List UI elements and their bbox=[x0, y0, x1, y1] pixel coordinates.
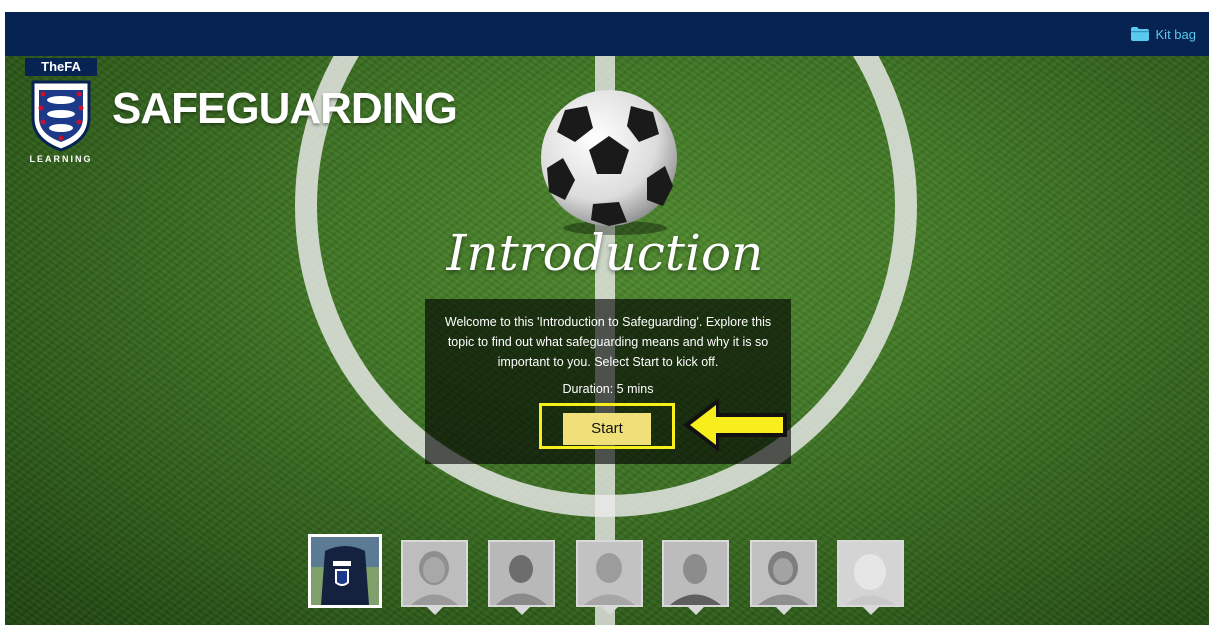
intro-heading: Introduction bbox=[446, 224, 764, 282]
mascot-portrait-image bbox=[839, 542, 902, 605]
character-thumb-3[interactable] bbox=[488, 540, 555, 607]
thumb-caret-icon bbox=[514, 607, 530, 615]
thumb-caret-icon bbox=[602, 607, 618, 615]
smiling-boy-portrait-image bbox=[578, 542, 641, 605]
top-bar: Kit bag bbox=[5, 12, 1209, 56]
character-thumb-4[interactable] bbox=[576, 540, 643, 607]
intro-description: Welcome to this 'Introduction to Safegua… bbox=[444, 315, 772, 369]
thumb-caret-icon bbox=[688, 607, 704, 615]
character-thumb-7[interactable] bbox=[837, 540, 904, 607]
character-thumb-5[interactable] bbox=[662, 540, 729, 607]
three-lions-crest-icon bbox=[31, 80, 91, 152]
kit-bag-label: Kit bag bbox=[1155, 26, 1196, 42]
character-thumb-2[interactable] bbox=[401, 540, 468, 607]
coach-jacket-image bbox=[311, 537, 379, 605]
logo-wordmark: TheFA bbox=[25, 58, 97, 76]
duration-label: Duration: 5 mins bbox=[562, 382, 654, 396]
thumb-caret-icon bbox=[863, 607, 879, 615]
kit-bag-button[interactable]: Kit bag bbox=[1130, 25, 1196, 43]
thumb-caret-icon bbox=[776, 607, 792, 615]
start-button[interactable]: Start bbox=[563, 413, 651, 445]
folder-icon bbox=[1130, 26, 1150, 42]
character-thumb-1[interactable] bbox=[308, 534, 382, 608]
app-frame: Kit bag TheFA LEARNING SAFEGUARDING Intr… bbox=[5, 12, 1209, 625]
football-icon bbox=[541, 90, 677, 235]
teen-boy-portrait-image bbox=[664, 542, 727, 605]
boy-portrait-image bbox=[490, 542, 553, 605]
character-thumb-6[interactable] bbox=[750, 540, 817, 607]
girl-portrait-image bbox=[403, 542, 466, 605]
logo-subtext: LEARNING bbox=[29, 154, 93, 164]
fa-learning-logo: TheFA LEARNING bbox=[25, 58, 97, 170]
thumb-caret-icon bbox=[427, 607, 443, 615]
pointer-arrow-icon bbox=[683, 398, 787, 452]
course-title: SAFEGUARDING bbox=[112, 84, 458, 133]
pitch-background: TheFA LEARNING SAFEGUARDING Introduction… bbox=[5, 56, 1209, 625]
woman-portrait-image bbox=[752, 542, 815, 605]
